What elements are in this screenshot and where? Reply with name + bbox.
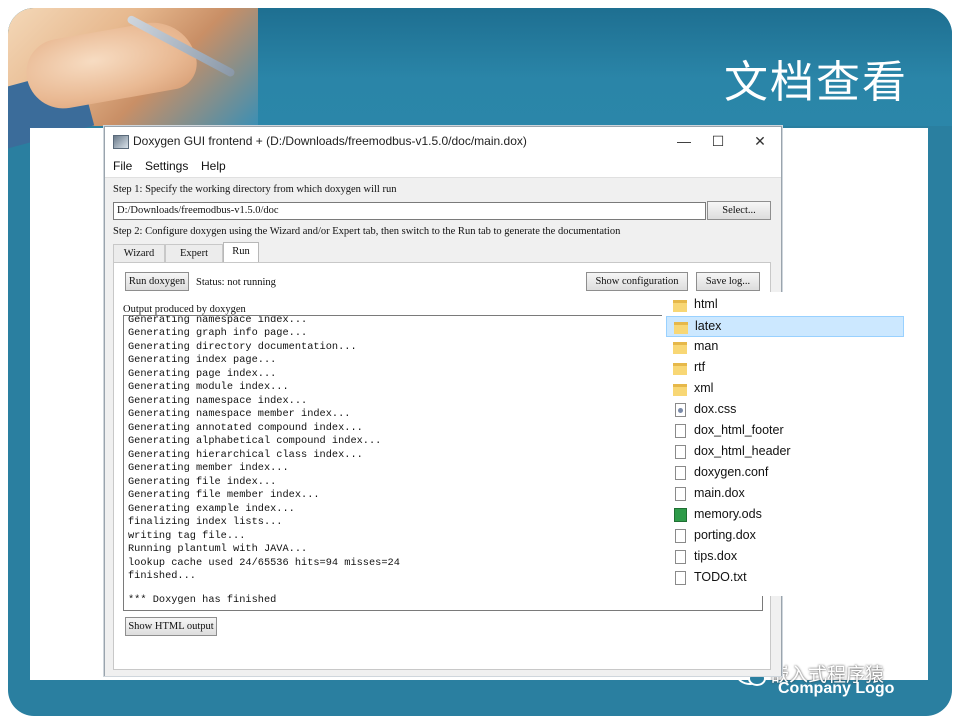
log-line: Generating directory documentation... [128, 341, 357, 353]
status-text: Status: not running [196, 277, 276, 288]
file-name: porting.dox [694, 528, 756, 542]
select-button[interactable]: Select... [707, 201, 771, 220]
file-name: rtf [694, 360, 706, 374]
log-line: Generating hierarchical class index... [128, 449, 363, 461]
file-icon [675, 529, 686, 543]
log-line: finalizing index lists... [128, 516, 283, 528]
list-item-selected[interactable]: latex [666, 316, 904, 337]
log-line: Generating namespace index... [128, 395, 308, 407]
menu-bar: File Settings Help [105, 155, 781, 177]
list-item[interactable]: TODO.txt [666, 568, 904, 589]
log-line: writing tag file... [128, 530, 246, 542]
list-item[interactable]: xml [666, 379, 904, 400]
file-name: dox_html_footer [694, 423, 784, 437]
menu-settings[interactable]: Settings [145, 159, 188, 173]
title-bar: Doxygen GUI frontend + (D:/Downloads/fre… [105, 127, 781, 155]
file-icon [675, 550, 686, 564]
list-item[interactable]: html [666, 295, 904, 316]
hero-image [8, 8, 258, 149]
log-line: Generating file index... [128, 476, 277, 488]
log-line: Generating namespace member index... [128, 408, 351, 420]
menu-file[interactable]: File [113, 159, 132, 173]
log-line: Generating page index... [128, 368, 277, 380]
file-name: TODO.txt [694, 570, 747, 584]
file-name: man [694, 339, 719, 353]
log-line: Running plantuml with JAVA... [128, 543, 308, 555]
list-item[interactable]: rtf [666, 358, 904, 379]
file-name: tips.dox [694, 549, 738, 563]
file-name: doxygen.conf [694, 465, 769, 479]
log-line: Generating file member index... [128, 489, 320, 501]
folder-icon [674, 322, 688, 334]
doxygen-app-icon [113, 135, 129, 149]
file-name: main.dox [694, 486, 745, 500]
company-logo: Company Logo [778, 680, 895, 697]
slide-header: 文档查看 [8, 8, 952, 149]
output-label: Output produced by doxygen [123, 304, 246, 315]
log-line: Generating alphabetical compound index..… [128, 435, 382, 447]
list-item[interactable]: porting.dox [666, 526, 904, 547]
show-html-output-button[interactable]: Show HTML output [125, 617, 217, 636]
folder-icon [673, 384, 687, 396]
log-line: Generating annotated compound index... [128, 422, 363, 434]
file-icon [675, 487, 686, 501]
spreadsheet-file-icon [674, 508, 687, 522]
list-item[interactable]: doxygen.conf [666, 463, 904, 484]
folder-icon [673, 363, 687, 375]
window-title: Doxygen GUI frontend + (D:/Downloads/fre… [133, 134, 527, 148]
maximize-button[interactable]: ☐ [703, 131, 733, 151]
file-icon [675, 571, 686, 585]
list-item[interactable]: main.dox [666, 484, 904, 505]
menu-help[interactable]: Help [201, 159, 226, 173]
show-configuration-button[interactable]: Show configuration [586, 272, 688, 291]
hero-hand [21, 15, 201, 115]
log-line: Generating example index... [128, 503, 295, 515]
close-button[interactable]: ✕ [745, 131, 775, 151]
folder-icon [673, 342, 687, 354]
list-item[interactable]: dox.css [666, 400, 904, 421]
file-name: memory.ods [694, 507, 762, 521]
list-item[interactable]: tips.dox [666, 547, 904, 568]
tab-wizard[interactable]: Wizard [113, 244, 165, 262]
log-line: Generating module index... [128, 381, 289, 393]
file-name: dox_html_header [694, 444, 791, 458]
list-item[interactable]: memory.ods [666, 505, 904, 526]
file-explorer-list: html latex man rtf xml dox.css dox_html_… [662, 292, 912, 596]
minimize-button[interactable]: — [669, 131, 699, 151]
save-log-button[interactable]: Save log... [696, 272, 760, 291]
file-icon [675, 424, 686, 438]
working-dir-input[interactable]: D:/Downloads/freemodbus-v1.5.0/doc [113, 202, 706, 220]
tab-expert[interactable]: Expert [165, 244, 223, 262]
log-line: Generating graph info page... [128, 327, 308, 339]
file-name: xml [694, 381, 714, 395]
step2-label: Step 2: Configure doxygen using the Wiza… [113, 226, 621, 237]
file-name: latex [695, 319, 722, 333]
file-icon [675, 445, 686, 459]
log-line: Generating index page... [128, 354, 277, 366]
tab-run[interactable]: Run [223, 242, 259, 263]
run-doxygen-button[interactable]: Run doxygen [125, 272, 189, 291]
log-line: *** Doxygen has finished [128, 594, 277, 606]
css-file-icon [675, 403, 686, 417]
file-name: html [694, 297, 718, 311]
step1-label: Step 1: Specify the working directory fr… [113, 184, 397, 195]
folder-icon [673, 300, 687, 312]
list-item[interactable]: dox_html_footer [666, 421, 904, 442]
list-item[interactable]: man [666, 337, 904, 358]
log-line: Generating member index... [128, 462, 289, 474]
slide-title: 文档查看 [724, 57, 908, 108]
list-item[interactable]: dox_html_header [666, 442, 904, 463]
file-name: dox.css [694, 402, 737, 416]
log-line: finished... [128, 570, 196, 582]
log-line: lookup cache used 24/65536 hits=94 misse… [128, 557, 400, 569]
file-icon [675, 466, 686, 480]
log-line: Generating namespace index... [128, 315, 308, 326]
